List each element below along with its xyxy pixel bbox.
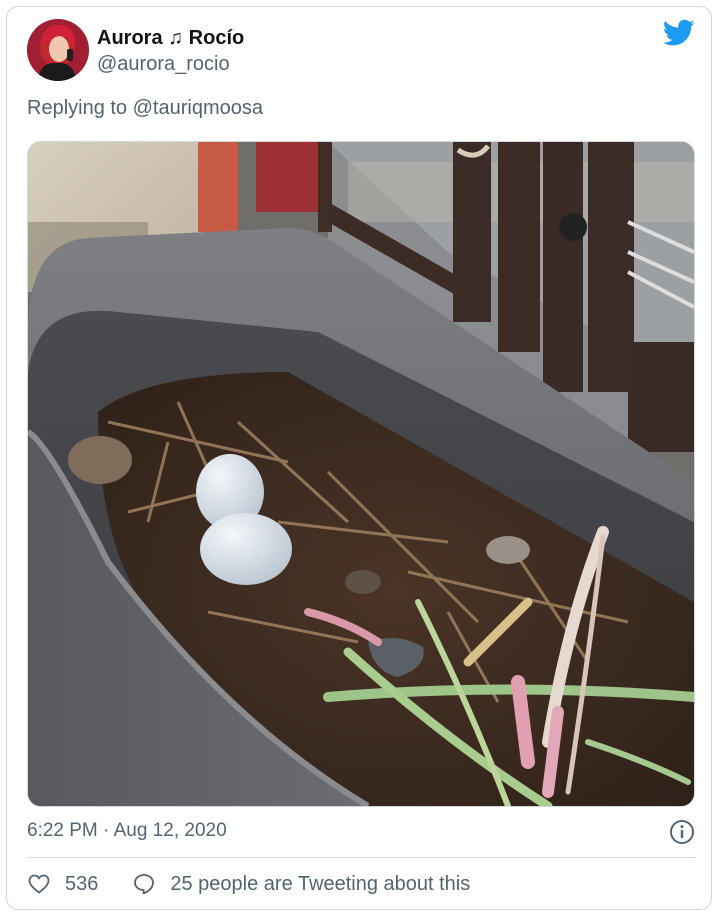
tweet-timestamp[interactable]: 6:22 PM · Aug 12, 2020 — [27, 820, 227, 842]
tweet-card: Aurora ♫ Rocío @aurora_rocio Replying to… — [6, 6, 712, 910]
tweet-photo[interactable] — [27, 141, 695, 807]
divider — [27, 857, 695, 858]
display-name[interactable]: Aurora ♫ Rocío — [97, 27, 244, 50]
replying-to[interactable]: Replying to @tauriqmoosa — [27, 97, 263, 120]
info-icon[interactable] — [669, 819, 695, 845]
activity-text: 25 people are Tweeting about this — [170, 872, 471, 895]
twitter-bird-icon[interactable] — [663, 19, 695, 47]
like-button[interactable]: 536 — [27, 872, 98, 896]
tweeting-about-link[interactable]: 25 people are Tweeting about this — [132, 872, 470, 896]
like-count: 536 — [65, 872, 99, 895]
speech-bubble-icon — [134, 874, 155, 895]
avatar[interactable] — [27, 19, 89, 81]
user-handle[interactable]: @aurora_rocio — [97, 53, 230, 76]
heart-icon — [28, 874, 50, 894]
tweet-actions: 536 25 people are Tweeting about this — [27, 869, 470, 899]
